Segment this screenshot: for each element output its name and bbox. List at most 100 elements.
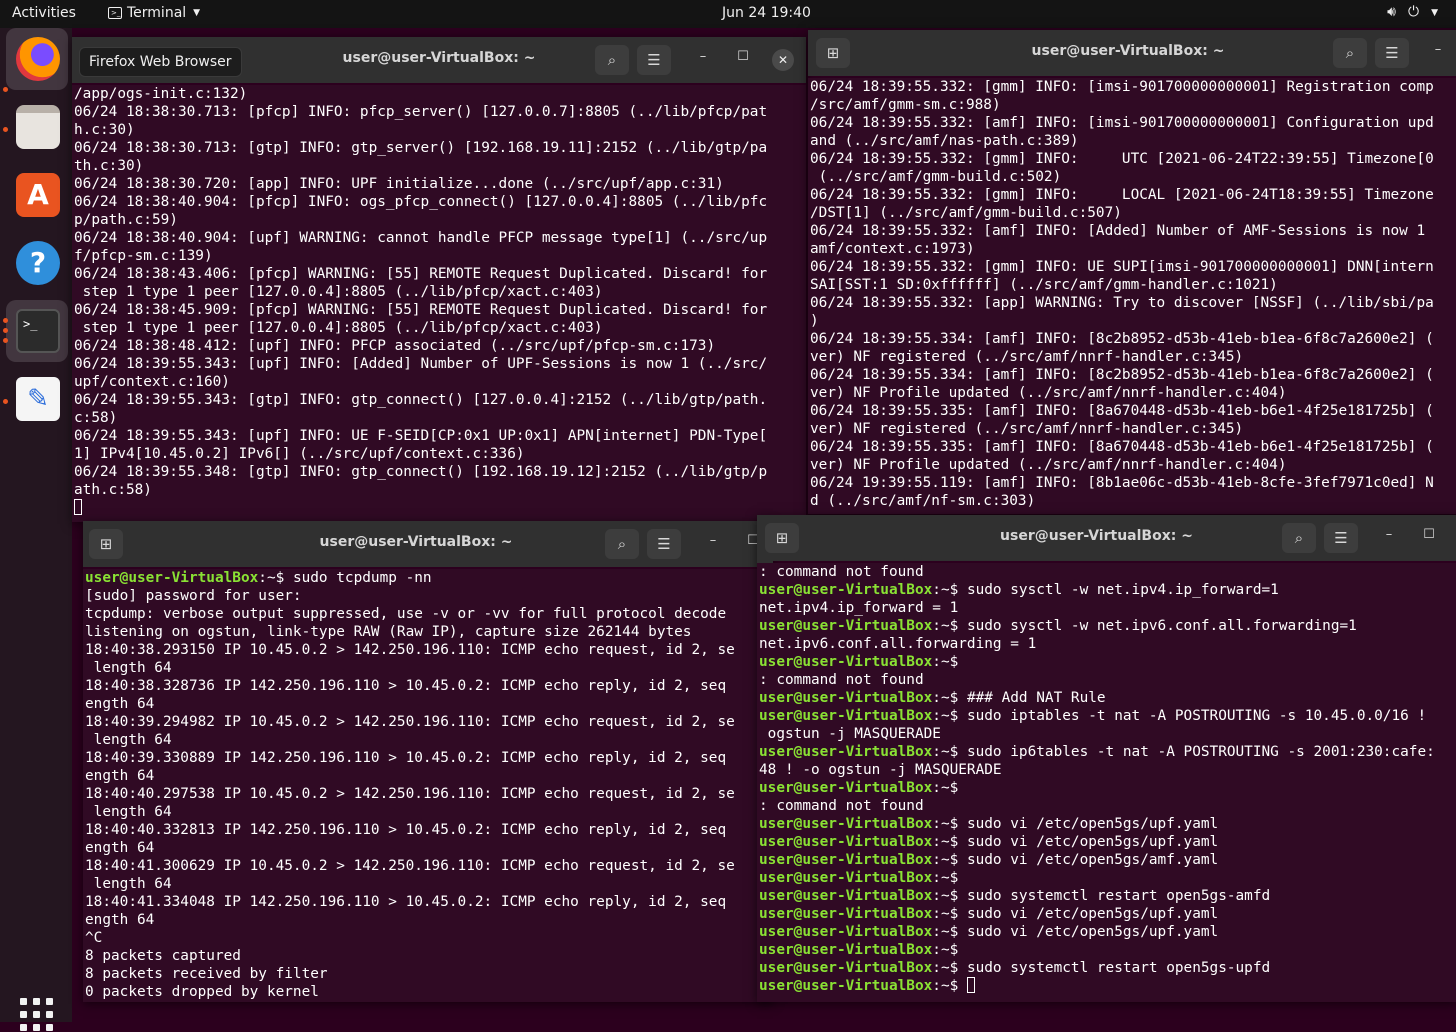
terminal-line: 06/24 18:39:55.334: [amf] INFO: [8c2b895…	[810, 331, 1434, 347]
terminal-line: and (../src/amf/nas-path.c:389)	[810, 133, 1079, 149]
terminal-line: upf/context.c:160)	[74, 374, 230, 390]
software-store-icon: A	[16, 173, 60, 217]
clock[interactable]: Jun 24 19:40	[722, 5, 811, 21]
terminal-line: )	[810, 313, 819, 329]
search-icon[interactable]: ⌕	[1333, 38, 1367, 68]
search-icon[interactable]: ⌕	[595, 45, 629, 75]
command-text: : command not found	[759, 672, 924, 688]
terminal-output[interactable]: /app/ogs-init.c:132) 06/24 18:38:30.713: …	[72, 85, 806, 522]
prompt-user: user@user-VirtualBox	[85, 570, 259, 586]
terminal-line: : command not found	[759, 563, 1456, 581]
terminal-line: 8 packets captured	[85, 948, 241, 964]
terminal-line: user@user-VirtualBox:~$ sudo vi /etc/ope…	[759, 923, 1456, 941]
terminal-output[interactable]: : command not found user@user-VirtualBox:…	[757, 563, 1456, 1002]
terminal-line: step 1 type 1 peer [127.0.0.4]:8805 (../…	[74, 320, 603, 336]
menu-icon[interactable]: ☰	[637, 45, 671, 75]
terminal-line: user@user-VirtualBox:~$ sudo iptables -t…	[759, 707, 1456, 725]
menu-icon[interactable]: ☰	[1375, 38, 1409, 68]
show-applications-icon[interactable]	[20, 998, 54, 1032]
system-tray[interactable]: 🔊︎ ⏻ ▼	[1387, 4, 1438, 22]
terminal-line: : command not found	[759, 671, 1456, 689]
terminal-line: user@user-VirtualBox:~$ sudo systemctl r…	[759, 959, 1456, 977]
dock-terminal[interactable]: >_	[6, 300, 68, 362]
firefox-icon	[16, 37, 60, 81]
command-text: ogstun -j MASQUERADE	[759, 726, 941, 742]
terminal-line: ength 64	[85, 696, 155, 712]
app-menu[interactable]: >_ Terminal ▼	[108, 5, 200, 21]
maximize-icon[interactable]: ☐	[735, 49, 751, 64]
terminal-line: user@user-VirtualBox:~$ sudo systemctl r…	[759, 887, 1456, 905]
command-text: sudo vi /etc/open5gs/amf.yaml	[966, 852, 1219, 868]
minimize-icon[interactable]: –	[705, 533, 721, 548]
dock-text-editor[interactable]: ✎	[6, 368, 68, 430]
terminal-line: amf/context.c:1973)	[810, 241, 975, 257]
minimize-icon[interactable]: –	[695, 49, 711, 64]
power-icon[interactable]: ⏻	[1408, 4, 1419, 22]
terminal-line: net.ipv4.ip_forward = 1	[759, 599, 1456, 617]
prompt-tail: :~$	[932, 654, 967, 670]
terminal-icon: >_	[108, 7, 122, 19]
dock-help[interactable]: ?	[6, 232, 68, 294]
terminal-line: 18:40:39.294982 IP 10.45.0.2 > 142.250.1…	[85, 714, 735, 730]
terminal-line: ^C	[85, 930, 103, 946]
menu-icon[interactable]: ☰	[1324, 523, 1358, 553]
prompt-tail: :~$	[932, 708, 967, 724]
command-text: sudo vi /etc/open5gs/upf.yaml	[966, 834, 1219, 850]
window-titlebar[interactable]: ⊞ user@user-VirtualBox: ~ ⌕ ☰ –	[808, 30, 1456, 76]
window-titlebar[interactable]: ⊞ user@user-VirtualBox: ~ ⌕ ☰ – ☐	[757, 515, 1456, 561]
prompt-user: user@user-VirtualBox	[759, 942, 933, 958]
search-icon[interactable]: ⌕	[1282, 523, 1316, 553]
terminal-line: ength 64	[85, 768, 155, 784]
terminal-line: 06/24 18:39:55.332: [amf] INFO: [Added] …	[810, 223, 1426, 239]
terminal-line: 1] IPv4[10.45.0.2] IPv6[] (../src/upf/co…	[74, 446, 525, 462]
terminal-line: SAI[SST:1 SD:0xffffff] (../src/amf/gmm-h…	[810, 277, 1278, 293]
terminal-line: 06/24 18:39:55.332: [gmm] INFO: LOCAL [2…	[810, 187, 1434, 203]
maximize-icon[interactable]: ☐	[1421, 527, 1437, 542]
minimize-icon[interactable]: –	[1430, 42, 1446, 57]
search-icon[interactable]: ⌕	[605, 529, 639, 559]
prompt-user: user@user-VirtualBox	[759, 960, 933, 976]
terminal-window-amf-log[interactable]: ⊞ user@user-VirtualBox: ~ ⌕ ☰ – 06/24 18…	[808, 30, 1456, 514]
prompt-tail: :~$	[932, 618, 967, 634]
window-titlebar[interactable]: ⊞ user@user-VirtualBox: ~ ⌕ ☰ – ☐	[83, 521, 773, 567]
volume-icon[interactable]: 🔊︎	[1387, 4, 1396, 22]
terminal-line: tcpdump: verbose output suppressed, use …	[85, 606, 727, 622]
terminal-line: [sudo] password for user:	[85, 588, 302, 604]
prompt-tail: :~$	[932, 816, 967, 832]
minimize-icon[interactable]: –	[1381, 527, 1397, 542]
dock-files[interactable]	[6, 96, 68, 158]
terminal-line: user@user-VirtualBox:~$ sudo vi /etc/ope…	[759, 851, 1456, 869]
command-text: sudo systemctl restart open5gs-upfd	[966, 960, 1271, 976]
terminal-line: 48 ! -o ogstun -j MASQUERADE	[759, 761, 1456, 779]
terminal-window-config[interactable]: ⊞ user@user-VirtualBox: ~ ⌕ ☰ – ☐ : comm…	[757, 515, 1456, 1002]
prompt-tail: :~$	[932, 906, 967, 922]
terminal-line: 06/24 18:39:55.332: [amf] INFO: [imsi-90…	[810, 115, 1434, 131]
command-text: sudo iptables -t nat -A POSTROUTING -s 1…	[966, 708, 1427, 724]
terminal-line: /app/ogs-init.c:132)	[74, 86, 248, 102]
prompt-tail: :~$	[932, 834, 967, 850]
dock: A ? >_ ✎	[0, 28, 72, 1031]
activities-button[interactable]: Activities	[12, 5, 76, 21]
command-text: 48 ! -o ogstun -j MASQUERADE	[759, 762, 1002, 778]
terminal-window-upf-log[interactable]: user@user-VirtualBox: ~ ⌕ ☰ – ☐ ✕ /app/o…	[72, 37, 806, 522]
terminal-output[interactable]: user@user-VirtualBox:~$ sudo tcpdump -nn…	[83, 569, 773, 1002]
terminal-line: 06/24 18:39:55.335: [amf] INFO: [8a67044…	[810, 403, 1434, 419]
terminal-line: 06/24 18:38:30.713: [pfcp] INFO: pfcp_se…	[74, 104, 768, 120]
terminal-line: p/path.c:59)	[74, 212, 178, 228]
terminal-line: user@user-VirtualBox:~$ sudo sysctl -w n…	[759, 617, 1456, 635]
terminal-line: 06/24 18:38:40.904: [upf] WARNING: canno…	[74, 230, 768, 246]
terminal-output[interactable]: 06/24 18:39:55.332: [gmm] INFO: [imsi-90…	[808, 78, 1456, 514]
dock-software[interactable]: A	[6, 164, 68, 226]
terminal-window-tcpdump[interactable]: ⊞ user@user-VirtualBox: ~ ⌕ ☰ – ☐ user@u…	[83, 521, 773, 1002]
close-icon[interactable]: ✕	[772, 49, 794, 71]
terminal-line: user@user-VirtualBox:~$	[759, 869, 1456, 887]
dock-firefox[interactable]	[6, 28, 68, 90]
prompt-user: user@user-VirtualBox	[759, 924, 933, 940]
terminal-icon: >_	[16, 309, 60, 353]
chevron-down-icon[interactable]: ▼	[1431, 4, 1438, 22]
menu-icon[interactable]: ☰	[647, 529, 681, 559]
running-indicator	[3, 318, 8, 323]
command-text: : command not found	[759, 798, 924, 814]
files-icon	[16, 105, 60, 149]
prompt-tail: :~$	[932, 960, 967, 976]
